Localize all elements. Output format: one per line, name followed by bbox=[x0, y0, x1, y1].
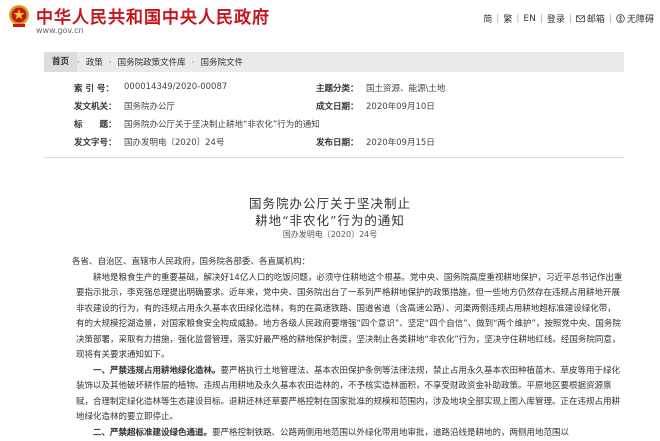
separator: | bbox=[516, 13, 520, 24]
category-label: 主题分类： bbox=[316, 84, 359, 94]
accessibility-icon bbox=[616, 14, 625, 23]
salutation: 各省、自治区、直辖市人民政府，国务院各部委、各直属机构： bbox=[72, 257, 311, 267]
breadcrumb-home[interactable]: 首页 bbox=[44, 52, 78, 72]
site-title[interactable]: 中华人民共和国中央人民政府 bbox=[36, 3, 270, 28]
traditional-link[interactable]: 繁 bbox=[503, 12, 512, 25]
index-no-label: 索 引 号： bbox=[74, 84, 114, 94]
document-title-line2: 耕地“非农化”行为的通知 bbox=[255, 213, 405, 228]
site-header: 中华人民共和国中央人民政府 www.gov.cn 简 | 繁 | EN | 登录… bbox=[0, 0, 660, 44]
mail-label: 邮箱 bbox=[586, 15, 605, 25]
divider bbox=[44, 157, 624, 158]
category-value: 国土资源、能源\土地 bbox=[366, 84, 446, 94]
separator: | bbox=[496, 13, 500, 24]
accessibility-link[interactable]: 无障碍 bbox=[616, 12, 654, 25]
document-number: 国办发明电〔2020〕24号 bbox=[282, 230, 378, 239]
item-text: 要严格控制铁路、公路两侧用地范围以外绿化带用地审批，道路沿线是耕地的，两侧用地范… bbox=[212, 427, 570, 438]
info-row: 发文字号： 国办发明电〔2020〕24号 发布日期： 2020年09月15日 bbox=[74, 136, 624, 154]
document-body: 各省、自治区、直辖市人民政府，国务院各部委、各直属机构： 耕地是粮食生产的重要基… bbox=[72, 255, 624, 441]
pub-date-value: 2020年09月15日 bbox=[366, 138, 435, 148]
index-no-value: 000014349/2020-00087 bbox=[124, 82, 228, 92]
breadcrumb: 首页 › 政策 › 国务院政策文件库 › 国务院文件 bbox=[44, 52, 624, 72]
separator: | bbox=[608, 13, 612, 24]
paragraph: 二、严禁超标准建设绿色通道。要严格控制铁路、公路两侧用地范围以外绿化带用地审批，… bbox=[76, 426, 624, 441]
pub-date-label: 发布日期： bbox=[316, 138, 359, 148]
date-label: 成文日期： bbox=[316, 102, 359, 112]
mail-icon bbox=[575, 15, 585, 23]
item-heading: 二、严禁超标准建设绿色通道。 bbox=[93, 427, 213, 438]
breadcrumb-policy[interactable]: 政策 bbox=[80, 56, 109, 68]
title-label: 标 题： bbox=[74, 120, 117, 130]
paragraph: 耕地是粮食生产的重要基础，解决好14亿人口的吃饭问题，必须守住耕地这个根基。党中… bbox=[76, 272, 623, 361]
breadcrumb-policy-library[interactable]: 国务院政策文件库 bbox=[112, 56, 192, 68]
simplified-link[interactable]: 简 bbox=[483, 12, 492, 25]
mail-link[interactable]: 邮箱 bbox=[575, 12, 605, 25]
doc-no-label: 发文字号： bbox=[74, 138, 117, 148]
date-value: 2020年09月10日 bbox=[366, 102, 435, 112]
info-row: 发文机关： 国务院办公厅 成文日期： 2020年09月10日 bbox=[74, 100, 624, 118]
separator: | bbox=[539, 13, 543, 24]
doc-no-value: 国办发明电〔2020〕24号 bbox=[124, 138, 225, 148]
info-row: 索 引 号： 000014349/2020-00087 主题分类： 国土资源、能… bbox=[74, 82, 624, 100]
accessibility-label: 无障碍 bbox=[626, 15, 654, 25]
info-row: 标 题： 国务院办公厅关于坚决制止耕地“非农化”行为的通知 bbox=[74, 118, 624, 136]
login-link[interactable]: 登录 bbox=[547, 12, 565, 25]
top-links: 简 | 繁 | EN | 登录 | 邮箱 | 无障碍 bbox=[483, 12, 654, 26]
title-value: 国务院办公厅关于坚决制止耕地“非农化”行为的通知 bbox=[124, 120, 320, 130]
site-url: www.gov.cn bbox=[36, 26, 84, 35]
english-link[interactable]: EN bbox=[523, 14, 535, 24]
item-heading: 一、严禁违规占用耕地绿化造林。 bbox=[93, 365, 221, 376]
separator: | bbox=[568, 13, 572, 24]
breadcrumb-state-council-docs[interactable]: 国务院文件 bbox=[194, 56, 249, 68]
issuer-label: 发文机关： bbox=[74, 102, 117, 112]
paragraph: 一、严禁违规占用耕地绿化造林。要严格执行土地管理法、基本农田保护条例等法律法规，… bbox=[76, 364, 624, 426]
issuer-value: 国务院办公厅 bbox=[124, 102, 176, 112]
national-emblem-icon bbox=[9, 5, 29, 27]
